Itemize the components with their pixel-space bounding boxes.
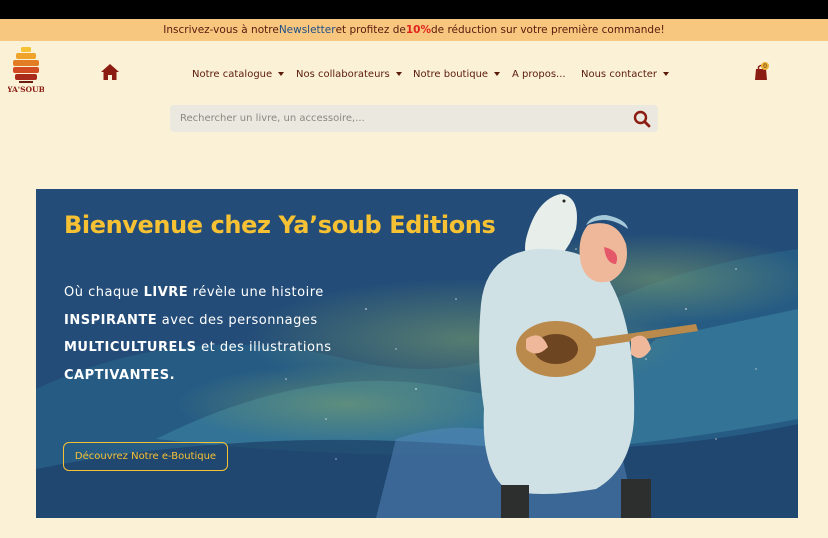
nav-item-apropos[interactable]: A propos...: [512, 66, 566, 82]
nav-item-label: Nous contacter: [581, 68, 658, 80]
caret-down-icon: [663, 72, 670, 76]
caret-down-icon: [494, 72, 501, 76]
hero-text-part: révèle une histoire: [188, 285, 324, 300]
hero-title: Bienvenue chez Ya’soub Editions: [64, 211, 496, 239]
beehive-logo-icon: YA'SOUB: [6, 47, 45, 94]
nav-item-label: Nos collaborateurs: [296, 68, 390, 80]
hero-tagline-line: Où chaque LIVRE révèle une histoire: [64, 279, 364, 307]
top-black-bar: [0, 0, 828, 19]
promo-text-middle: et profitez de: [335, 24, 406, 36]
promo-text-end: de réduction sur votre première commande…: [430, 24, 665, 36]
hero-tagline-line: MULTICULTURELS et des illustrations: [64, 334, 364, 362]
nav-item-contact[interactable]: Nous contacter: [581, 66, 670, 82]
promo-banner: Inscrivez-vous à notre Newsletter et pro…: [0, 19, 828, 41]
home-icon: [101, 64, 119, 80]
promo-text-start: Inscrivez-vous à notre: [163, 24, 279, 36]
site-logo[interactable]: YA'SOUB: [6, 46, 45, 96]
discover-eboutique-button[interactable]: Découvrez Notre e-Boutique: [63, 442, 228, 471]
nav-item-label: A propos...: [512, 68, 566, 80]
nav-item-boutique[interactable]: Notre boutique: [413, 66, 501, 82]
promo-discount: 10%: [405, 24, 431, 36]
search-button[interactable]: [632, 109, 652, 129]
hero-banner: Bienvenue chez Ya’soub Editions Où chaqu…: [36, 189, 798, 518]
hero-text-emphasis: MULTICULTURELS: [64, 340, 197, 355]
cart-count-badge: 0: [761, 62, 769, 70]
search-icon: [633, 110, 651, 128]
home-button[interactable]: [100, 63, 120, 81]
cart-button[interactable]: 0: [751, 62, 771, 82]
hero-text-part: et des illustrations: [196, 340, 332, 355]
svg-text:YA'SOUB: YA'SOUB: [8, 85, 44, 94]
newsletter-link[interactable]: Newsletter: [279, 24, 336, 36]
search-input[interactable]: [170, 105, 620, 132]
caret-down-icon: [278, 72, 285, 76]
caret-down-icon: [395, 72, 402, 76]
hero-text-part: avec des personnages: [157, 312, 318, 328]
hero-text-emphasis: INSPIRANTE: [64, 312, 158, 328]
hero-text-part: Où chaque: [64, 285, 144, 300]
hero-tagline: Où chaque LIVRE révèle une histoire INSP…: [64, 279, 364, 389]
nav-item-collaborateurs[interactable]: Nos collaborateurs: [296, 66, 402, 82]
hero-tagline-line: CAPTIVANTES.: [64, 362, 364, 390]
search-bar: [170, 105, 658, 132]
nav-item-catalogue[interactable]: Notre catalogue: [192, 66, 285, 82]
hero-tagline-line: INSPIRANTE avec des personnages: [64, 307, 364, 335]
hero-text-emphasis: CAPTIVANTES.: [64, 367, 176, 383]
nav-item-label: Notre boutique: [413, 68, 489, 80]
nav-item-label: Notre catalogue: [192, 68, 273, 80]
hero-text-emphasis: LIVRE: [143, 285, 189, 300]
